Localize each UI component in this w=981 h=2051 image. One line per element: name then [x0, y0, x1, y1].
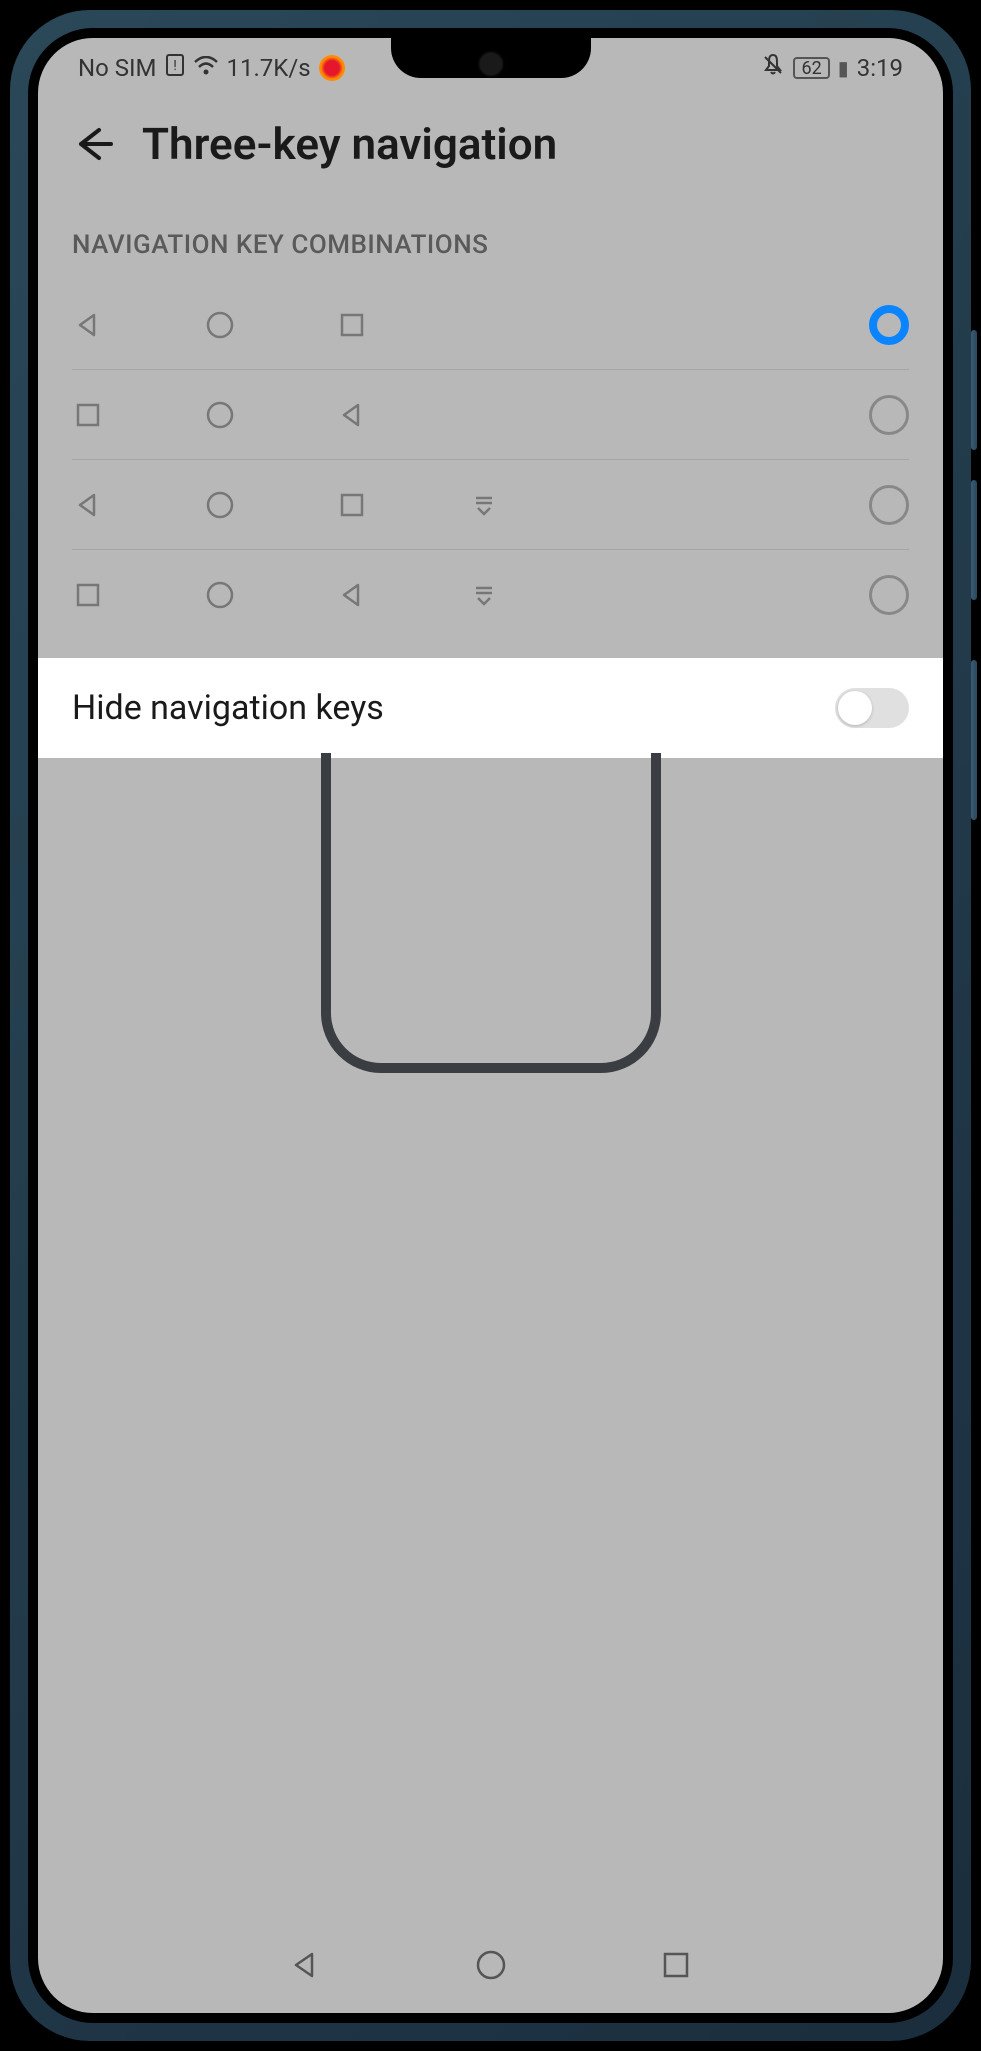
nav-option-2[interactable] — [72, 370, 909, 460]
hide-nav-row[interactable]: Hide navigation keys — [38, 658, 943, 758]
volume-down — [971, 480, 977, 600]
nav-option-3[interactable] — [72, 460, 909, 550]
status-right: 62 ▮ 3:19 — [761, 53, 903, 83]
system-recent-button[interactable] — [658, 1947, 694, 1983]
home-circle-icon — [204, 399, 236, 431]
arrow-left-icon — [71, 122, 115, 166]
battery-tip: ▮ — [838, 56, 849, 80]
phone-outline-preview — [321, 753, 661, 1073]
back-triangle-icon — [72, 489, 104, 521]
back-triangle-icon — [72, 309, 104, 341]
radio-option-2[interactable] — [869, 395, 909, 435]
preview-area — [38, 758, 943, 1073]
home-circle-icon — [204, 489, 236, 521]
clock: 3:19 — [857, 54, 903, 82]
nav-option-3-icons — [72, 489, 869, 521]
hide-nav-toggle[interactable] — [835, 688, 909, 728]
power-button — [971, 660, 977, 820]
back-triangle-icon — [336, 579, 368, 611]
dropdown-arrow-icon — [468, 579, 500, 611]
nav-option-2-icons — [72, 399, 869, 431]
dropdown-arrow-icon — [468, 489, 500, 521]
screen: No SIM ! 11.7K/s 62 ▮ 3:19 — [38, 38, 943, 2013]
recent-square-icon — [336, 489, 368, 521]
back-button[interactable] — [68, 119, 118, 169]
hide-nav-label: Hide navigation keys — [72, 688, 384, 728]
mute-icon — [761, 53, 785, 83]
page-title: Three-key navigation — [142, 118, 557, 170]
sim-alert-icon: ! — [165, 53, 185, 83]
nav-option-4-icons — [72, 579, 869, 611]
system-home-button[interactable] — [473, 1947, 509, 1983]
nav-option-4[interactable] — [72, 550, 909, 640]
status-left: No SIM ! 11.7K/s — [78, 53, 345, 83]
nav-options-list — [38, 280, 943, 640]
wifi-icon — [193, 54, 219, 82]
recent-square-icon — [72, 579, 104, 611]
header: Three-key navigation — [38, 88, 943, 200]
nav-option-1[interactable] — [72, 280, 909, 370]
back-triangle-icon — [336, 399, 368, 431]
system-nav-bar — [38, 1947, 943, 1983]
weibo-icon — [319, 55, 345, 81]
radio-option-1[interactable] — [869, 305, 909, 345]
home-circle-icon — [204, 309, 236, 341]
phone-frame: No SIM ! 11.7K/s 62 ▮ 3:19 — [10, 10, 971, 2041]
volume-up — [971, 330, 977, 450]
sim-status: No SIM — [78, 54, 157, 82]
side-buttons — [971, 330, 977, 850]
toggle-knob — [838, 691, 872, 725]
battery-level: 62 — [793, 57, 829, 79]
phone-inner: No SIM ! 11.7K/s 62 ▮ 3:19 — [28, 28, 953, 2023]
network-speed: 11.7K/s — [227, 54, 311, 82]
radio-option-4[interactable] — [869, 575, 909, 615]
recent-square-icon — [72, 399, 104, 431]
svg-text:!: ! — [173, 58, 177, 74]
notch — [391, 38, 591, 78]
radio-option-3[interactable] — [869, 485, 909, 525]
nav-option-1-icons — [72, 309, 869, 341]
section-label: NAVIGATION KEY COMBINATIONS — [38, 200, 943, 280]
recent-square-icon — [336, 309, 368, 341]
system-back-button[interactable] — [287, 1947, 323, 1983]
home-circle-icon — [204, 579, 236, 611]
